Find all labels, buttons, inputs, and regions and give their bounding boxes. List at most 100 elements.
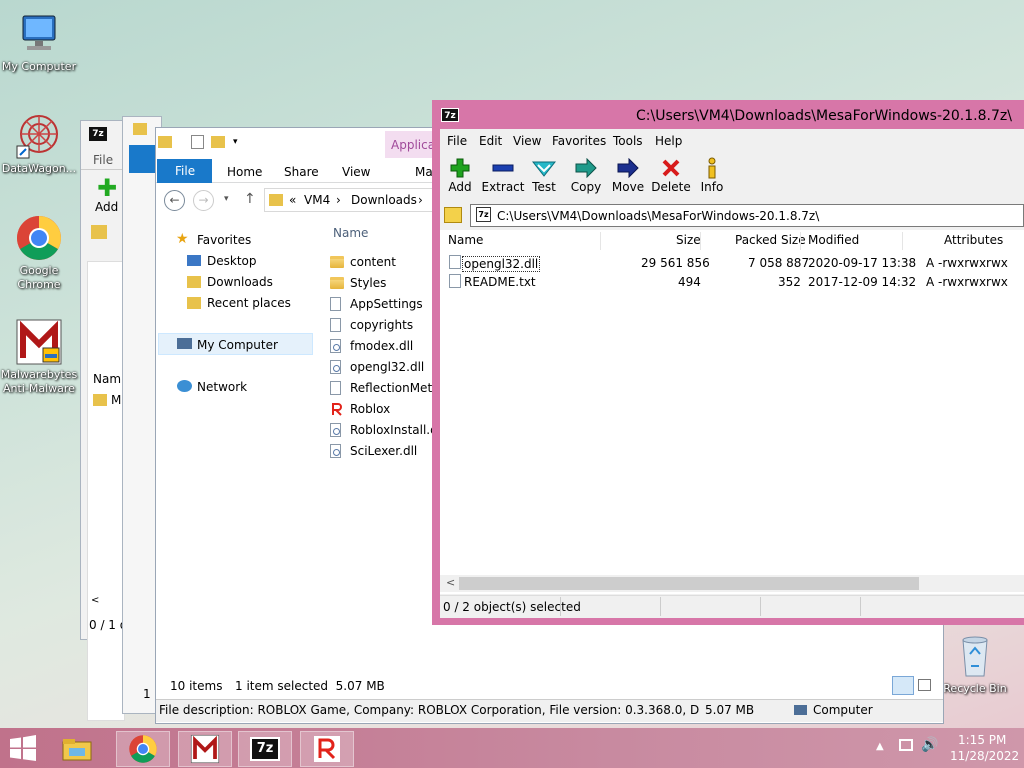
column-header-name[interactable]: Nam	[93, 372, 121, 386]
desktop-icon-datawagon[interactable]: DataWagon...	[0, 112, 78, 176]
list-item[interactable]: SciLexer.dll	[330, 440, 440, 461]
desktop-icon-chrome[interactable]: Google Chrome	[0, 214, 78, 292]
computer-icon	[177, 338, 192, 349]
star-icon: ★	[176, 231, 189, 247]
menu-help[interactable]: Help	[655, 134, 682, 148]
file-icon	[330, 296, 341, 311]
desktop-icon-label: Google Chrome	[17, 264, 61, 291]
file-name: fmodex.dll	[350, 338, 414, 353]
clock-time[interactable]: 1:15 PM	[958, 733, 1006, 747]
tab-share[interactable]: Share	[284, 165, 319, 179]
forward-button[interactable]: →	[193, 190, 214, 211]
copy-button[interactable]: Copy	[564, 156, 608, 194]
column-header-name[interactable]: Name	[333, 226, 368, 240]
nav-network[interactable]: Network	[197, 380, 247, 394]
list-item[interactable]: Roblox	[330, 398, 440, 419]
tab-manage[interactable]: Ma	[415, 165, 433, 179]
column-header-attributes[interactable]: Attributes	[944, 233, 1003, 247]
volume-icon[interactable]: 🔊	[921, 737, 938, 753]
list-item[interactable]: content	[330, 251, 440, 272]
folder-icon	[93, 394, 107, 406]
desktop-icon-malwarebytes[interactable]: Malwarebytes Anti-Malware	[0, 318, 78, 396]
column-header-name[interactable]: Name	[448, 233, 483, 247]
add-button-label[interactable]: Add	[95, 200, 118, 214]
column-header-packed-size[interactable]: Packed Size	[735, 233, 806, 247]
back-button[interactable]: ←	[164, 190, 185, 211]
row-name[interactable]: opengl32.dll	[462, 256, 541, 272]
list-item[interactable]: M	[111, 393, 121, 407]
delete-button[interactable]: Delete	[649, 156, 693, 194]
info-button[interactable]: Info	[690, 156, 734, 194]
nav-desktop[interactable]: Desktop	[207, 254, 257, 268]
scroll-left-arrow[interactable]: <	[91, 595, 99, 606]
network-icon	[177, 380, 192, 392]
list-item[interactable]: ReflectionMeta	[330, 377, 440, 398]
recent-locations-button[interactable]: ▾	[224, 194, 229, 204]
scrollbar-thumb[interactable]	[459, 577, 919, 590]
large-icons-view-button[interactable]	[918, 679, 931, 691]
properties-icon[interactable]	[191, 135, 204, 149]
menu-file[interactable]: File	[447, 134, 467, 148]
clock-date[interactable]: 11/28/2022	[950, 749, 1019, 763]
list-item[interactable]: AppSettings	[330, 293, 440, 314]
menu-tools[interactable]: Tools	[613, 134, 643, 148]
show-hidden-icons[interactable]: ▲	[876, 741, 884, 752]
scroll-left-arrow[interactable]: <	[446, 576, 455, 589]
taskbar-malwarebytes[interactable]	[178, 731, 232, 767]
list-item[interactable]: RobloxInstall.d	[330, 419, 440, 440]
menu-favorites[interactable]: Favorites	[552, 134, 606, 148]
extract-button[interactable]: Extract	[481, 156, 525, 194]
recycle-bin-icon	[951, 632, 999, 680]
row-name[interactable]: README.txt	[464, 275, 536, 289]
network-tray-icon[interactable]	[899, 739, 913, 751]
taskbar-chrome[interactable]	[116, 731, 170, 767]
menu-edit[interactable]: Edit	[479, 134, 502, 148]
downloads-icon	[187, 276, 201, 288]
datawagon-icon	[15, 112, 63, 160]
roblox-icon	[314, 736, 340, 762]
taskbar-7zip[interactable]: 7z	[238, 731, 292, 767]
up-button[interactable]: ↑	[244, 191, 256, 207]
path-text[interactable]: C:\Users\VM4\Downloads\MesaForWindows-20…	[497, 209, 819, 223]
column-header-modified[interactable]: Modified	[808, 233, 859, 247]
row-attributes: A -rwxrwxrwx	[926, 275, 1008, 289]
breadcrumb-vm4[interactable]: VM4	[304, 193, 330, 207]
file-tab[interactable]: File	[93, 153, 113, 167]
list-item[interactable]: copyrights	[330, 314, 440, 335]
desktop-icon-label: DataWagon...	[1, 162, 77, 175]
nav-recent-places[interactable]: Recent places	[207, 296, 291, 310]
delete-button-label: Delete	[651, 180, 691, 194]
nav-favorites[interactable]: Favorites	[197, 233, 251, 247]
chrome-icon	[129, 735, 157, 763]
taskbar-file-explorer[interactable]	[50, 731, 104, 767]
list-item[interactable]: Styles	[330, 272, 440, 293]
new-folder-icon[interactable]	[211, 136, 225, 148]
nav-downloads[interactable]: Downloads	[207, 275, 273, 289]
list-item[interactable]: opengl32.dll	[330, 356, 440, 377]
file-name: AppSettings	[350, 296, 423, 311]
details-view-button[interactable]	[892, 676, 914, 695]
row-packed-size: 352	[778, 275, 801, 289]
7zip-app-icon[interactable]: 7z	[441, 108, 459, 122]
tab-home[interactable]: Home	[227, 165, 262, 179]
breadcrumb-downloads[interactable]: Downloads	[351, 193, 417, 207]
up-folder-button[interactable]	[444, 207, 462, 223]
nav-my-computer[interactable]: My Computer	[197, 338, 278, 352]
test-button[interactable]: Test	[522, 156, 566, 194]
chevron-down-icon[interactable]: ▾	[233, 137, 238, 147]
details-size: 5.07 MB	[705, 703, 755, 717]
list-item[interactable]: fmodex.dll	[330, 335, 440, 356]
tab-view[interactable]: View	[342, 165, 370, 179]
breadcrumb-prefix[interactable]: «	[289, 193, 296, 207]
add-icon: ✚	[97, 174, 118, 202]
start-button[interactable]	[8, 735, 38, 761]
add-button[interactable]: Add	[438, 156, 482, 194]
desktop-icon-recycle-bin[interactable]: Recycle Bin	[936, 632, 1014, 696]
menu-view[interactable]: View	[513, 134, 541, 148]
move-button[interactable]: Move	[606, 156, 650, 194]
column-header-size[interactable]: Size	[676, 233, 701, 247]
taskbar-roblox[interactable]	[300, 731, 354, 767]
tab-file-label[interactable]: File	[175, 164, 195, 178]
desktop-icon-label: Malwarebytes Anti-Malware	[0, 368, 78, 395]
desktop-icon-my-computer[interactable]: My Computer	[0, 10, 78, 74]
